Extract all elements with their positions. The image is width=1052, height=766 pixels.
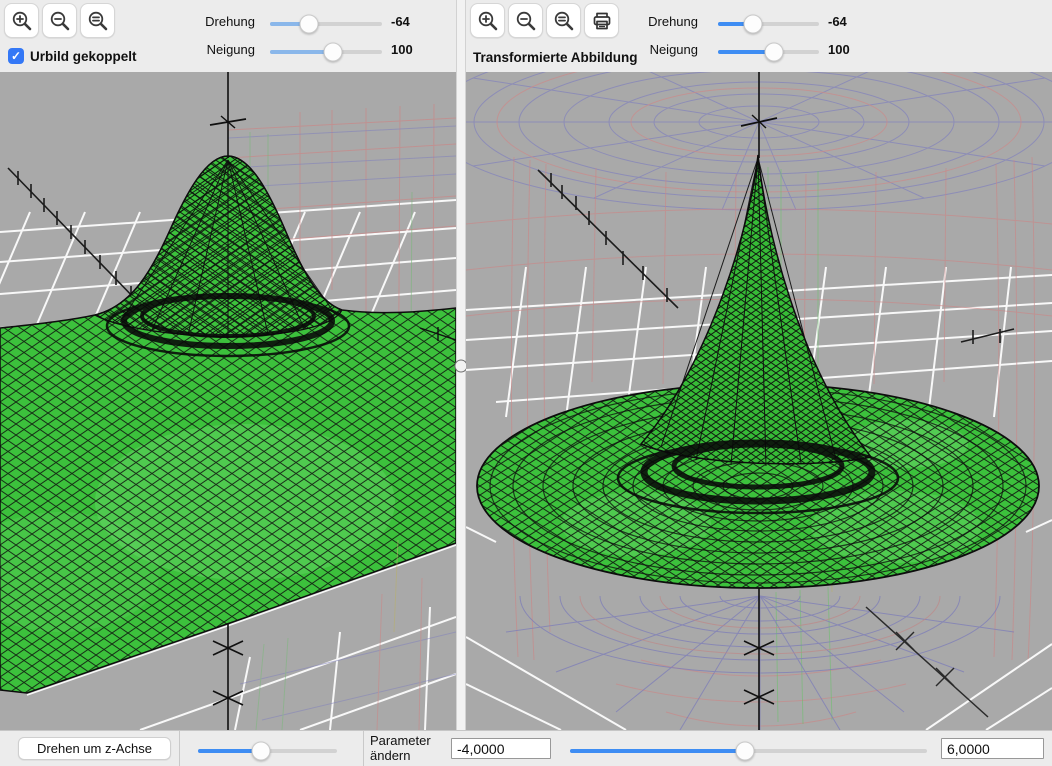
panel-title: Transformierte Abbildung xyxy=(473,50,638,65)
transformierte-pane: Transformierte Abbildung Drehung -64 Nei… xyxy=(466,0,1052,730)
parameter-max-input[interactable] xyxy=(941,738,1044,759)
magnifier-plus-icon xyxy=(476,9,500,33)
printer-icon xyxy=(590,9,614,33)
urbild-canvas[interactable] xyxy=(0,72,456,730)
drehung-label: Drehung xyxy=(638,14,698,29)
zoom-out-button[interactable] xyxy=(508,3,543,38)
checkbox-checked-icon: ✓ xyxy=(8,48,24,64)
magnifier-minus-icon xyxy=(514,9,538,33)
slider-thumb[interactable] xyxy=(323,43,342,62)
magnifier-plus-icon xyxy=(10,9,34,33)
urbild-coupled-checkbox[interactable]: ✓ Urbild gekoppelt xyxy=(8,48,137,64)
neigung-row: Neigung 100 xyxy=(638,39,893,61)
neigung-label: Neigung xyxy=(638,42,698,57)
neigung-value: 100 xyxy=(391,42,413,57)
slider-thumb[interactable] xyxy=(735,742,754,761)
zoom-in-button[interactable] xyxy=(4,3,39,38)
drehung-value: -64 xyxy=(828,14,847,29)
drehung-row: Drehung -64 xyxy=(195,11,450,33)
neigung-slider[interactable] xyxy=(270,50,382,54)
separator xyxy=(363,731,364,766)
drehung-row: Drehung -64 xyxy=(638,11,893,33)
z-rotation-slider[interactable] xyxy=(198,749,337,753)
neigung-row: Neigung 100 xyxy=(195,39,450,61)
zoom-in-button[interactable] xyxy=(470,3,505,38)
urbild-canvas-area xyxy=(0,72,456,730)
parameter-min-input[interactable] xyxy=(451,738,551,759)
zoom-out-button[interactable] xyxy=(42,3,77,38)
drehung-label: Drehung xyxy=(195,14,255,29)
zoom-reset-button[interactable] xyxy=(80,3,115,38)
slider-thumb[interactable] xyxy=(300,15,319,34)
print-button[interactable] xyxy=(584,3,619,38)
bottom-bar: Drehen um z-Achse Parameter ändern xyxy=(0,730,1052,766)
separator xyxy=(179,731,180,766)
parameter-label: Parameter ändern xyxy=(370,733,431,763)
urbild-pane: ✓ Urbild gekoppelt Drehung -64 Neigung xyxy=(0,0,456,730)
transformierte-canvas-area xyxy=(466,72,1052,730)
slider-thumb[interactable] xyxy=(744,15,763,34)
urbild-toolbar: ✓ Urbild gekoppelt Drehung -64 Neigung xyxy=(0,0,456,72)
neigung-label: Neigung xyxy=(195,42,255,57)
checkbox-label: Urbild gekoppelt xyxy=(30,49,137,64)
magnifier-equals-icon xyxy=(552,9,576,33)
pane-splitter[interactable] xyxy=(456,0,466,730)
neigung-slider[interactable] xyxy=(718,50,819,54)
slider-thumb[interactable] xyxy=(251,742,270,761)
transformierte-canvas[interactable] xyxy=(466,72,1052,730)
drehung-value: -64 xyxy=(391,14,410,29)
transformierte-toolbar: Transformierte Abbildung Drehung -64 Nei… xyxy=(466,0,1052,72)
drehung-slider[interactable] xyxy=(718,22,819,26)
magnifier-equals-icon xyxy=(86,9,110,33)
neigung-value: 100 xyxy=(828,42,850,57)
app-window: ✓ Urbild gekoppelt Drehung -64 Neigung xyxy=(0,0,1052,766)
slider-thumb[interactable] xyxy=(764,43,783,62)
drehung-slider[interactable] xyxy=(270,22,382,26)
parameter-slider[interactable] xyxy=(570,749,927,753)
magnifier-minus-icon xyxy=(48,9,72,33)
rotate-z-axis-button[interactable]: Drehen um z-Achse xyxy=(18,737,171,760)
zoom-reset-button[interactable] xyxy=(546,3,581,38)
